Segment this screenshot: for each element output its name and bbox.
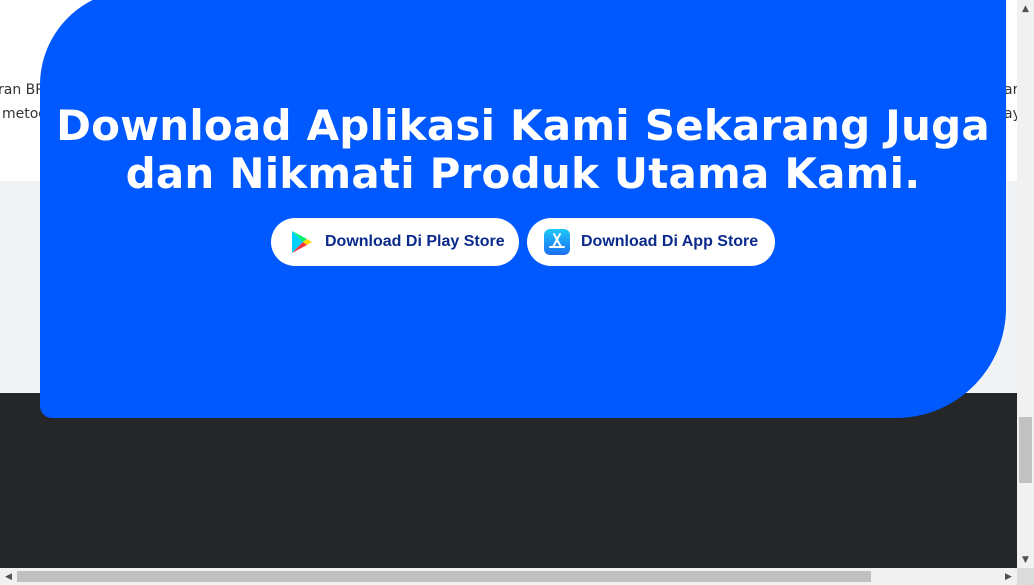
vertical-scroll-thumb[interactable] [1019,417,1032,483]
play-store-button[interactable]: Download Di Play Store [271,218,519,266]
scroll-down-arrow-icon[interactable]: ▼ [1017,551,1034,568]
app-store-icon [543,228,571,256]
horizontal-scrollbar[interactable]: ◀ ▶ [0,568,1017,585]
download-app-banner: Download Aplikasi Kami Sekarang Juga dan… [40,0,1006,418]
scrollbar-corner [1017,568,1034,585]
page-viewport: ran BP metod ara ay Download Aplikasi Ka… [0,0,1017,568]
partial-text-left-1: ran BP [0,82,44,98]
horizontal-scroll-thumb[interactable] [17,571,871,582]
banner-headline: Download Aplikasi Kami Sekarang Juga dan… [40,102,1006,198]
footer [0,393,1017,568]
app-store-button[interactable]: Download Di App Store [527,218,775,266]
headline-line-1: Download Aplikasi Kami Sekarang Juga [56,101,990,150]
vertical-scrollbar[interactable]: ▲ ▼ [1017,0,1034,568]
app-store-label: Download Di App Store [581,233,759,250]
scroll-left-arrow-icon[interactable]: ◀ [0,568,17,585]
headline-line-2: dan Nikmati Produk Utama Kami. [125,149,921,198]
scroll-up-arrow-icon[interactable]: ▲ [1017,0,1034,17]
play-store-label: Download Di Play Store [325,233,505,250]
google-play-icon [287,228,315,256]
scroll-right-arrow-icon[interactable]: ▶ [1000,568,1017,585]
